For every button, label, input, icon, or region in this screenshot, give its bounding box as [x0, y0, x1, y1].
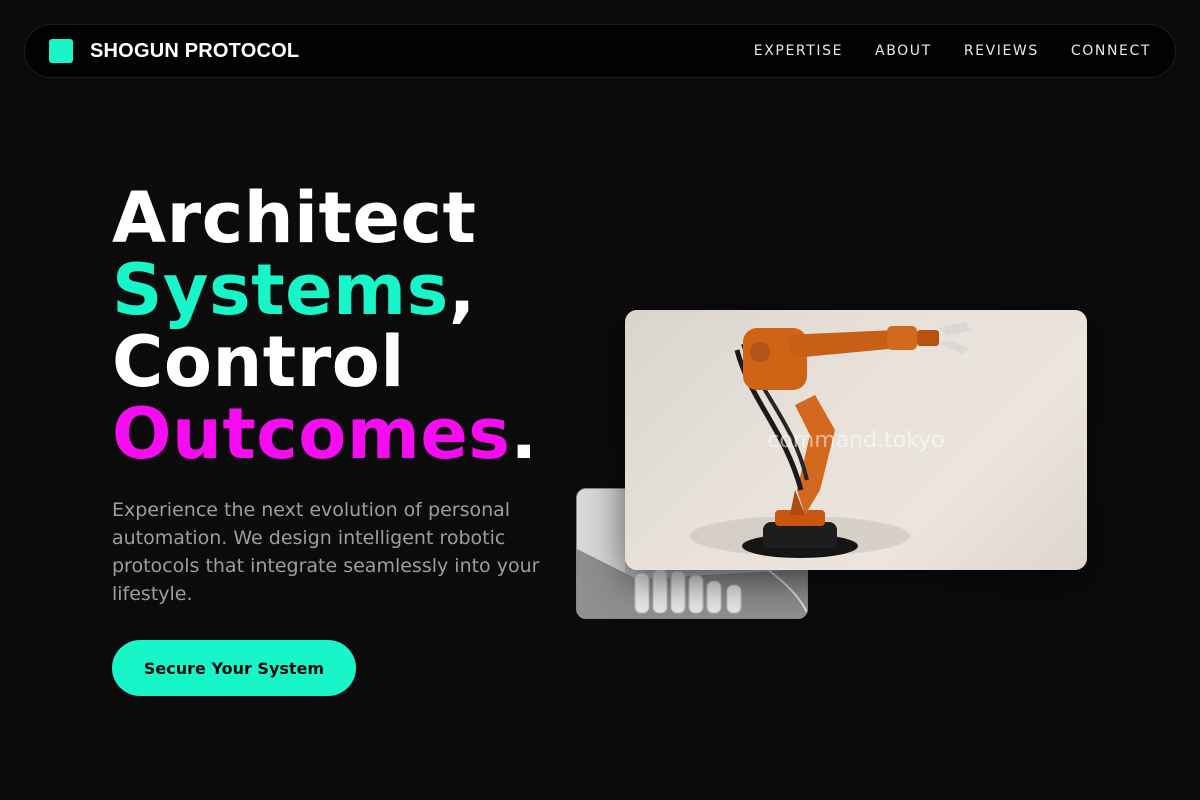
- hero-title-line-2: Systems,: [112, 254, 538, 326]
- nav-link-about[interactable]: ABOUT: [875, 43, 932, 59]
- page: SHOGUN PROTOCOL EXPERTISE ABOUT REVIEWS …: [0, 0, 1200, 800]
- nav-links: EXPERTISE ABOUT REVIEWS CONNECT: [754, 43, 1151, 59]
- hero-title-comma: ,: [448, 249, 476, 331]
- brand[interactable]: SHOGUN PROTOCOL: [49, 39, 299, 63]
- brand-name: SHOGUN PROTOCOL: [90, 39, 300, 62]
- hero-title-highlight-systems: Systems: [112, 249, 449, 331]
- hero-title-highlight-outcomes: Outcomes: [112, 393, 511, 475]
- hero-title-line-3: Control: [112, 321, 405, 403]
- hero-title: Architect Systems, Control Outcomes.: [112, 182, 538, 470]
- image-watermark: command.tokyo: [767, 428, 945, 453]
- hero-title-period: .: [510, 393, 538, 475]
- secure-your-system-button[interactable]: Secure Your System: [112, 640, 356, 696]
- nav-link-expertise[interactable]: EXPERTISE: [754, 43, 843, 59]
- hero-description: Experience the next evolution of persona…: [112, 499, 540, 605]
- hero-title-line-4: Outcomes.: [112, 398, 538, 470]
- nav-link-connect[interactable]: CONNECT: [1071, 43, 1151, 59]
- top-navigation: SHOGUN PROTOCOL EXPERTISE ABOUT REVIEWS …: [24, 24, 1176, 78]
- nav-link-reviews[interactable]: REVIEWS: [964, 43, 1039, 59]
- brand-logo-icon: [49, 39, 73, 63]
- hero-title-line-1: Architect: [112, 177, 477, 259]
- robotic-arm-image: command.tokyo: [625, 310, 1087, 570]
